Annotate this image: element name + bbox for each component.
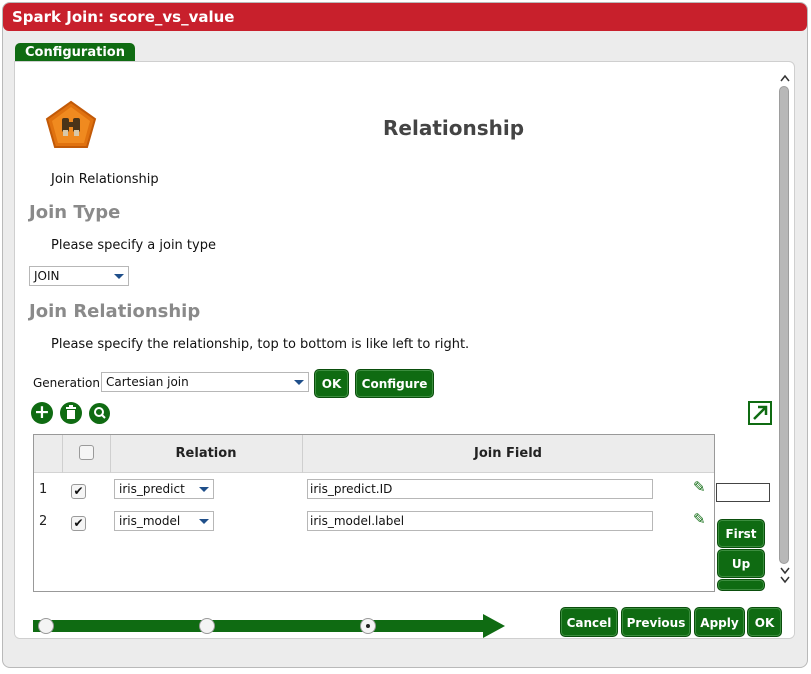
row-index: 1 [39,482,48,497]
move-first-button[interactable]: First [717,519,765,548]
move-down-button-partial[interactable] [717,579,765,591]
join-type-select[interactable]: JOIN [29,266,129,286]
join-relationship-title: Join Relationship [29,301,201,322]
header-description: Join Relationship [51,172,159,187]
scroll-down-arrow-icon [780,567,790,575]
chevron-down-icon [199,519,209,524]
join-type-title: Join Type [29,202,121,223]
relation-value: iris_model [119,514,181,528]
wizard-arrow-icon [483,614,505,638]
column-header-join-field: Join Field [474,446,542,461]
add-icon[interactable]: + [31,402,53,424]
apply-button[interactable]: Apply [694,607,745,637]
ok-button[interactable]: OK [747,607,782,637]
generation-label: Generation [33,376,100,390]
edit-pencil-icon[interactable]: ✎ [693,478,706,496]
row-checkbox[interactable]: ✔ [71,516,86,531]
scroll-up-arrow-icon [780,74,790,82]
configuration-panel: Relationship Join Relationship Join Type… [14,61,795,639]
generation-selected: Cartesian join [106,375,189,389]
wizard-footer: Cancel Previous Apply OK [15,598,794,638]
table-row: 2 ✔ iris_model iris_model.label ✎ [34,505,714,537]
wizard-step-3[interactable] [360,618,376,634]
select-all-checkbox[interactable] [79,445,94,460]
relation-value: iris_predict [119,482,185,496]
chevron-down-icon [199,487,209,492]
chevron-down-icon [114,274,124,279]
join-type-selected: JOIN [34,269,60,283]
dialog-window: Spark Join: score_vs_value Configuration… [2,2,808,668]
delete-icon[interactable] [60,402,82,424]
relationship-table: Relation Join Field 1 ✔ iris_predict iri… [33,434,715,592]
join-relationship-prompt: Please specify the relationship, top to … [51,337,470,352]
row-checkbox[interactable]: ✔ [71,484,86,499]
column-header-relation: Relation [175,446,237,461]
row-index: 2 [39,514,48,529]
scroll-down-arrow-icon [780,576,790,584]
move-up-button[interactable]: Up [717,549,765,578]
position-input[interactable] [716,483,770,502]
chevron-down-icon [294,380,304,385]
vertical-scrollbar[interactable] [778,74,792,584]
page-heading: Relationship [383,116,525,140]
join-field-input[interactable]: iris_predict.ID [307,479,653,499]
binoculars-pentagon-icon [44,100,98,154]
relation-select[interactable]: iris_predict [114,479,214,499]
previous-button[interactable]: Previous [621,607,691,637]
configure-button[interactable]: Configure [355,369,434,398]
relation-select[interactable]: iris_model [114,511,214,531]
search-icon[interactable] [89,403,110,424]
table-row: 1 ✔ iris_predict iris_predict.ID ✎ [34,473,714,505]
select-all-cell [63,435,110,473]
cancel-button[interactable]: Cancel [560,607,618,637]
join-field-input[interactable]: iris_model.label [307,511,653,531]
wizard-progress-track [33,620,485,632]
edit-pencil-icon[interactable]: ✎ [693,510,706,528]
scrollbar-thumb[interactable] [779,86,789,564]
wizard-step-2[interactable] [199,618,215,634]
generation-select[interactable]: Cartesian join [101,372,309,392]
table-header: Relation Join Field [34,435,714,473]
window-title: Spark Join: score_vs_value [3,3,807,31]
expand-icon[interactable] [748,401,772,425]
wizard-step-1[interactable] [38,618,54,634]
tab-configuration[interactable]: Configuration [15,43,135,62]
generation-ok-button[interactable]: OK [314,369,349,398]
join-type-prompt: Please specify a join type [51,238,216,253]
